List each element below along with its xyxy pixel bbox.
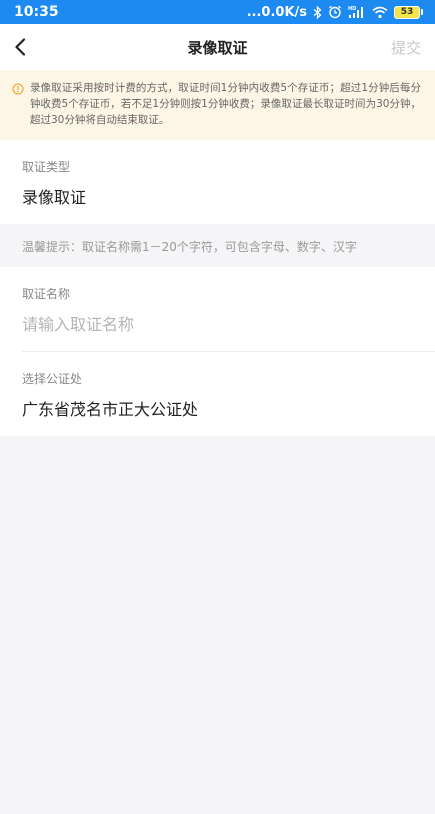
page-title: 录像取证	[187, 38, 248, 57]
submit-button[interactable]: 提交	[389, 37, 421, 58]
name-label: 取证名称	[22, 287, 71, 301]
hd-label: HD	[348, 6, 356, 12]
notary-field[interactable]: 选择公证处 广东省茂名市正大公证处	[0, 352, 435, 436]
name-field[interactable]: 取证名称 请输入取证名称	[0, 267, 435, 351]
chevron-left-icon	[15, 38, 26, 56]
battery-icon: 53	[394, 5, 423, 19]
alarm-icon	[328, 5, 342, 19]
net-speed: ...0.0K/s	[246, 4, 307, 20]
type-label: 取证类型	[22, 160, 71, 174]
status-icons: ...0.0K/s HD 53	[247, 5, 423, 20]
notice-text: 录像取证采用按时计费的方式，取证时间1分钟内收费5个存证币；超过1分钟后每分钟收…	[30, 82, 421, 126]
info-circle-icon	[12, 83, 24, 95]
status-bar: 10:35 ...0.0K/s HD 53	[0, 0, 435, 24]
notary-value[interactable]: 广东省茂名市正大公证处	[22, 396, 435, 420]
info-card: 取证名称 请输入取证名称 选择公证处 广东省茂名市正大公证处	[0, 267, 435, 436]
fee-notice: 录像取证采用按时计费的方式，取证时间1分钟内收费5个存证币；超过1分钟后每分钟收…	[0, 70, 435, 140]
name-input[interactable]: 请输入取证名称	[22, 311, 435, 335]
nav-bar: 录像取证 提交	[0, 24, 435, 70]
hint-text: 温馨提示：取证名称需1－20个字符，可包含字母、数字、汉字	[22, 240, 357, 254]
type-value: 录像取证	[22, 188, 87, 207]
status-time: 10:35	[14, 4, 59, 20]
back-button[interactable]	[14, 31, 46, 63]
wifi-icon	[372, 6, 388, 19]
signal-icon: HD	[348, 5, 366, 19]
notary-label: 选择公证处	[22, 372, 83, 386]
bluetooth-icon	[313, 5, 322, 19]
type-card: 取证类型 录像取证	[0, 140, 435, 224]
battery-level: 53	[394, 5, 420, 19]
type-field: 取证类型 录像取证	[0, 140, 435, 224]
